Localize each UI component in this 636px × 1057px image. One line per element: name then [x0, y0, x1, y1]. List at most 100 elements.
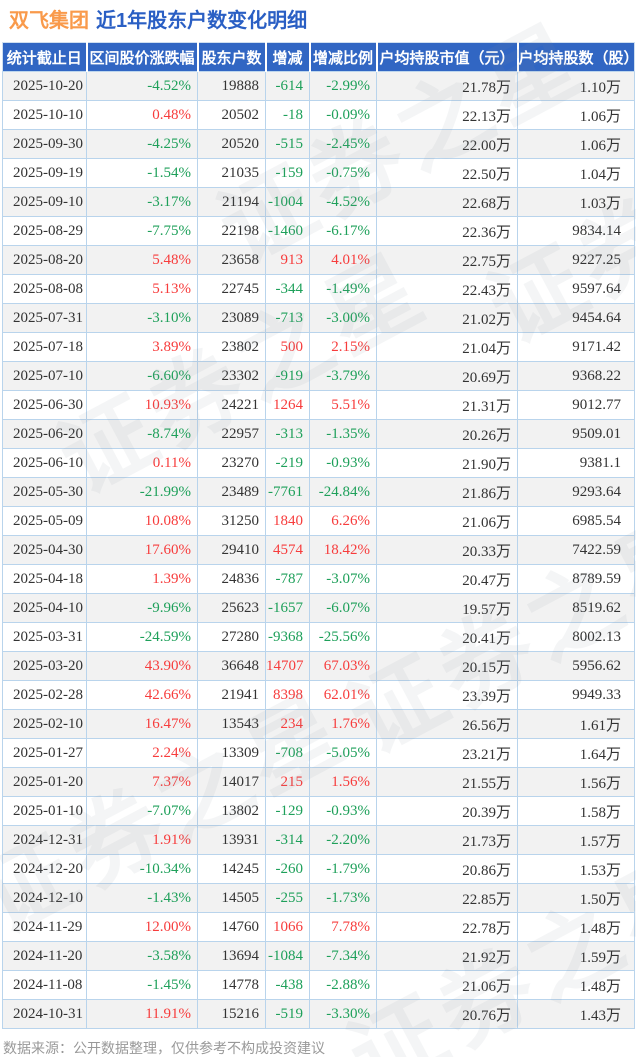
cell-price-change: 17.60%	[86, 535, 198, 565]
cell-date: 2025-02-28	[2, 680, 87, 710]
cell-date: 2025-06-20	[2, 419, 87, 449]
cell-avg-market-value: 20.15万	[376, 651, 518, 681]
cell-avg-shares: 8789.59	[517, 564, 635, 594]
cell-avg-shares: 1.48万	[517, 970, 635, 1000]
cell-change-ratio: -0.93%	[309, 448, 377, 478]
cell-change: 4574	[265, 535, 310, 565]
cell-change-ratio: -1.35%	[309, 419, 377, 449]
cell-avg-market-value: 22.78万	[376, 912, 518, 942]
cell-holder-count: 14245	[197, 854, 266, 884]
cell-price-change: -24.59%	[86, 622, 198, 652]
table-row: 2025-08-29 -7.75% 22198 -1460 -6.17% 22.36万 98…	[2, 216, 635, 246]
cell-change-ratio: -0.09%	[309, 100, 377, 130]
cell-holder-count: 14760	[197, 912, 266, 942]
cell-date: 2024-12-31	[2, 825, 87, 855]
cell-price-change: 43.90%	[86, 651, 198, 681]
cell-avg-market-value: 20.47万	[376, 564, 518, 594]
cell-avg-market-value: 20.86万	[376, 854, 518, 884]
table-row: 2024-12-31 1.91% 13931 -314 -2.20% 21.73万 1.57…	[2, 825, 635, 855]
cell-change-ratio: 62.01%	[309, 680, 377, 710]
cell-change-ratio: -0.75%	[309, 158, 377, 188]
cell-avg-market-value: 22.00万	[376, 129, 518, 159]
cell-change: 1264	[265, 390, 310, 420]
cell-price-change: -3.10%	[86, 303, 198, 333]
cell-holder-count: 13802	[197, 796, 266, 826]
cell-change: 1840	[265, 506, 310, 536]
cell-avg-market-value: 20.39万	[376, 796, 518, 826]
cell-change: -344	[265, 274, 310, 304]
table-row: 2025-04-18 1.39% 24836 -787 -3.07% 20.47万 8789…	[2, 564, 635, 594]
cell-avg-market-value: 21.06万	[376, 506, 518, 536]
cell-change: -1004	[265, 187, 310, 217]
cell-holder-count: 36648	[197, 651, 266, 681]
table-row: 2025-04-10 -9.96% 25623 -1657 -6.07% 19.57万 85…	[2, 593, 635, 623]
cell-change-ratio: -3.00%	[309, 303, 377, 333]
cell-avg-shares: 8002.13	[517, 622, 635, 652]
cell-change: -219	[265, 448, 310, 478]
cell-holder-count: 23489	[197, 477, 266, 507]
cell-price-change: 5.13%	[86, 274, 198, 304]
cell-date: 2025-06-30	[2, 390, 87, 420]
cell-date: 2025-04-10	[2, 593, 87, 623]
column-header: 户均持股市值（元）	[375, 42, 518, 72]
cell-avg-shares: 1.03万	[517, 187, 635, 217]
cell-date: 2025-01-20	[2, 767, 87, 797]
cell-change-ratio: 1.56%	[309, 767, 377, 797]
cell-holder-count: 22198	[197, 216, 266, 246]
cell-change: 234	[265, 709, 310, 739]
cell-holder-count: 25623	[197, 593, 266, 623]
cell-change-ratio: -2.45%	[309, 129, 377, 159]
cell-holder-count: 22957	[197, 419, 266, 449]
cell-avg-shares: 9368.22	[517, 361, 635, 391]
cell-date: 2025-06-10	[2, 448, 87, 478]
table-row: 2025-09-19 -1.54% 21035 -159 -0.75% 22.50万 1.0…	[2, 158, 635, 188]
cell-change-ratio: 6.26%	[309, 506, 377, 536]
cell-change: -260	[265, 854, 310, 884]
page: 双飞集团 近1年股东户数变化明细 统计截止日 区间股价涨跌幅 股东户数 增减 增减比例 户均…	[0, 0, 636, 1057]
table-row: 2025-01-10 -7.07% 13802 -129 -0.93% 20.39万 1.5…	[2, 796, 635, 826]
cell-date: 2025-05-30	[2, 477, 87, 507]
cell-avg-shares: 1.10万	[517, 71, 635, 101]
data-source-note: 数据来源：公开数据整理，仅供参考不构成投资建议	[3, 1040, 325, 1056]
cell-avg-shares: 9012.77	[517, 390, 635, 420]
cell-holder-count: 21194	[197, 187, 266, 217]
cell-avg-market-value: 22.13万	[376, 100, 518, 130]
cell-avg-shares: 1.64万	[517, 738, 635, 768]
cell-holder-count: 15216	[197, 999, 266, 1029]
cell-price-change: 0.48%	[86, 100, 198, 130]
cell-price-change: 2.24%	[86, 738, 198, 768]
cell-change: -438	[265, 970, 310, 1000]
cell-holder-count: 22745	[197, 274, 266, 304]
cell-change: -713	[265, 303, 310, 333]
cell-date: 2025-08-20	[2, 245, 87, 275]
cell-change-ratio: 2.15%	[309, 332, 377, 362]
cell-price-change: -1.45%	[86, 970, 198, 1000]
header-row: 统计截止日 区间股价涨跌幅 股东户数 增减 增减比例 户均持股市值（元） 户均持股数（股）	[2, 42, 635, 72]
cell-avg-shares: 9454.64	[517, 303, 635, 333]
shareholder-table: 统计截止日 区间股价涨跌幅 股东户数 增减 增减比例 户均持股市值（元） 户均持股数（股） …	[2, 42, 635, 1029]
cell-price-change: 10.93%	[86, 390, 198, 420]
table-row: 2024-12-10 -1.43% 14505 -255 -1.73% 22.85万 1.5…	[2, 883, 635, 913]
table-row: 2025-02-10 16.47% 13543 234 1.76% 26.56万 1.61万	[2, 709, 635, 739]
cell-holder-count: 13694	[197, 941, 266, 971]
cell-price-change: 16.47%	[86, 709, 198, 739]
cell-avg-shares: 1.58万	[517, 796, 635, 826]
cell-avg-shares: 7422.59	[517, 535, 635, 565]
table-row: 2025-03-31 -24.59% 27280 -9368 -25.56% 20.41万…	[2, 622, 635, 652]
cell-avg-shares: 1.57万	[517, 825, 635, 855]
cell-holder-count: 23658	[197, 245, 266, 275]
column-header: 增减	[264, 42, 310, 72]
cell-change-ratio: -3.79%	[309, 361, 377, 391]
cell-change-ratio: -1.79%	[309, 854, 377, 884]
cell-date: 2025-04-18	[2, 564, 87, 594]
table-row: 2024-11-29 12.00% 14760 1066 7.78% 22.78万 1.48…	[2, 912, 635, 942]
cell-avg-market-value: 21.02万	[376, 303, 518, 333]
cell-avg-shares: 6985.54	[517, 506, 635, 536]
cell-holder-count: 23802	[197, 332, 266, 362]
cell-price-change: -10.34%	[86, 854, 198, 884]
cell-holder-count: 27280	[197, 622, 266, 652]
cell-change: -515	[265, 129, 310, 159]
cell-avg-market-value: 21.73万	[376, 825, 518, 855]
cell-change: -519	[265, 999, 310, 1029]
cell-price-change: -1.43%	[86, 883, 198, 913]
